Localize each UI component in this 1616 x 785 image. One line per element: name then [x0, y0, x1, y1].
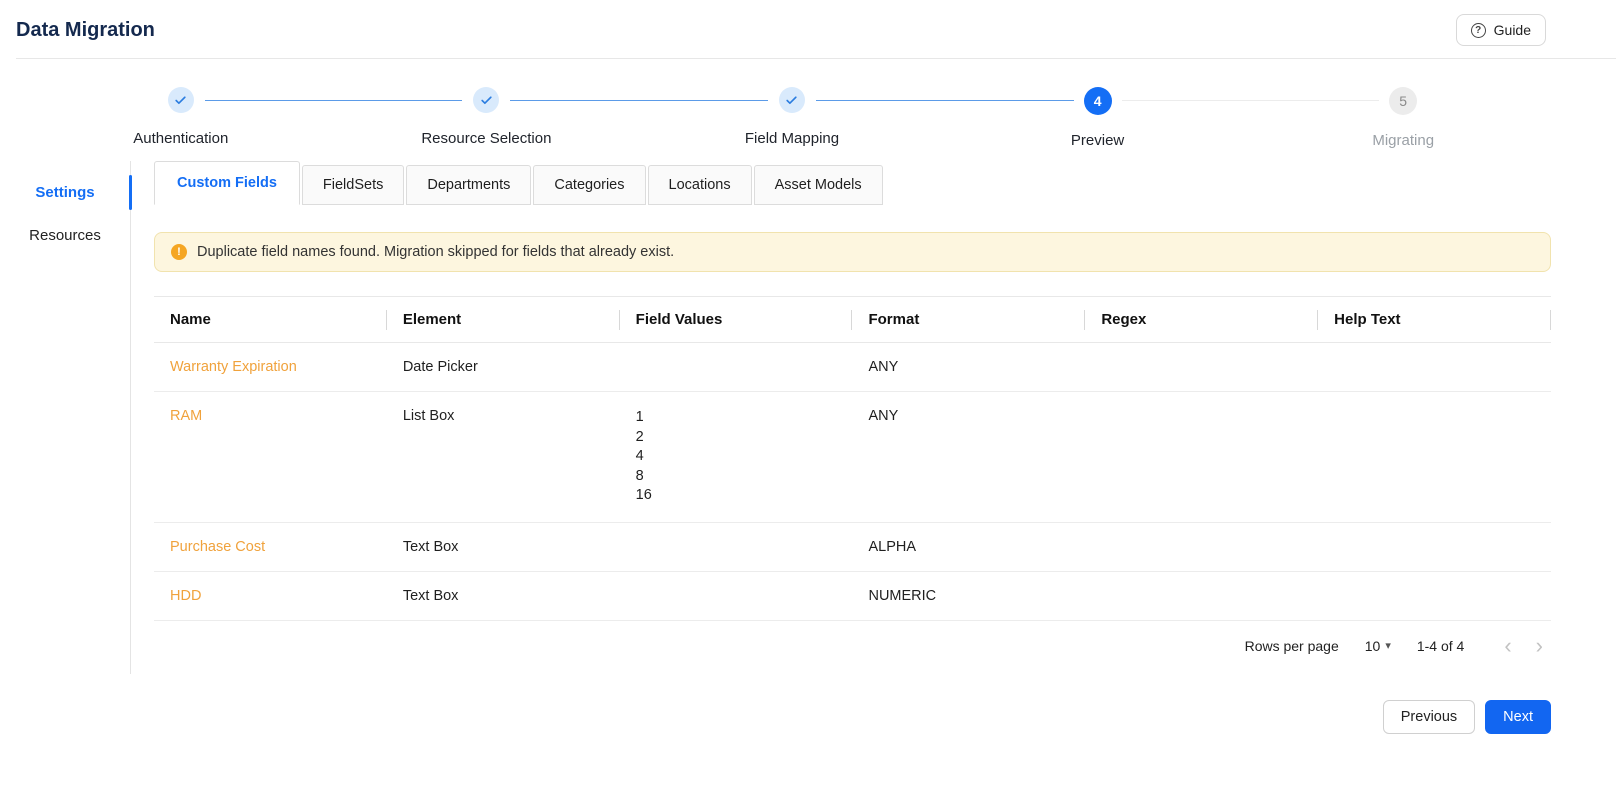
question-circle-icon: ?	[1470, 22, 1486, 38]
check-icon	[786, 95, 798, 104]
column-header-regex: Regex	[1085, 296, 1319, 343]
table-pagination: Rows per page 10 ▾ 1-4 of 4 ‹ ›	[154, 621, 1551, 674]
step-field-mapping: Field Mapping	[510, 87, 945, 149]
table-header-row: Name Element Field Values Format Regex H…	[154, 296, 1551, 343]
step-migrating: 5 Migrating	[1121, 87, 1556, 149]
tab-departments[interactable]: Departments	[406, 165, 532, 205]
previous-page-icon[interactable]: ‹	[1504, 634, 1511, 656]
step-2-circle	[473, 87, 500, 113]
field-values-cell	[619, 342, 853, 392]
tab-bar: Custom Fields FieldSets Departments Cate…	[154, 161, 1551, 205]
element-cell: Text Box	[386, 522, 620, 572]
field-values-cell	[619, 571, 853, 621]
step-5-label: Migrating	[1372, 132, 1435, 149]
page-title: Data Migration	[16, 18, 155, 41]
field-name-link[interactable]: HDD	[170, 588, 201, 604]
step-2-label: Resource Selection	[421, 130, 552, 147]
step-1-label: Authentication	[133, 130, 229, 147]
regex-cell	[1085, 522, 1319, 572]
step-resource-selection: Resource Selection	[204, 87, 640, 149]
regex-cell	[1085, 571, 1319, 621]
format-cell: ANY	[852, 342, 1086, 392]
chevron-down-icon: ▾	[1385, 640, 1391, 653]
table-row: Warranty Expiration Date Picker ANY	[154, 342, 1551, 392]
migration-stepper: Authentication Resource Selection Field …	[0, 59, 1616, 153]
tab-categories[interactable]: Categories	[533, 165, 646, 205]
element-cell: Date Picker	[386, 342, 620, 392]
pagination-range-label: 1-4 of 4	[1416, 637, 1465, 654]
column-header-name: Name	[154, 296, 387, 343]
field-values-cell: 1 2 4 8 16	[619, 391, 853, 523]
guide-button[interactable]: ? Guide	[1455, 14, 1546, 46]
format-cell: NUMERIC	[852, 571, 1086, 621]
check-icon	[481, 95, 492, 104]
previous-button[interactable]: Previous	[1382, 699, 1476, 734]
field-values-cell	[619, 522, 853, 572]
format-cell: ALPHA	[852, 522, 1086, 572]
table-row: Purchase Cost Text Box ALPHA	[154, 522, 1551, 572]
step-4-circle: 4	[1083, 87, 1112, 115]
sidebar: Settings Resources	[0, 161, 132, 674]
rows-per-page-label: Rows per page	[1244, 637, 1339, 654]
sidebar-item-settings[interactable]: Settings	[0, 171, 132, 214]
guide-button-label: Guide	[1493, 22, 1531, 38]
tab-asset-models[interactable]: Asset Models	[753, 165, 883, 205]
element-cell: List Box	[386, 391, 620, 523]
tab-fieldsets[interactable]: FieldSets	[301, 165, 405, 205]
next-page-icon[interactable]: ›	[1536, 634, 1543, 656]
tab-custom-fields[interactable]: Custom Fields	[154, 161, 300, 205]
regex-cell	[1085, 391, 1319, 523]
page-header: Data Migration ? Guide	[0, 0, 1616, 58]
help-text-cell	[1318, 342, 1551, 392]
sidebar-item-resources-label: Resources	[29, 227, 101, 244]
format-cell: ANY	[852, 391, 1086, 523]
tab-locations[interactable]: Locations	[647, 165, 752, 205]
check-icon	[175, 95, 186, 104]
sidebar-item-resources[interactable]: Resources	[0, 214, 130, 257]
regex-cell	[1085, 342, 1319, 392]
step-1-circle	[167, 87, 194, 113]
field-name-link[interactable]: Purchase Cost	[170, 539, 265, 555]
field-name-link[interactable]: RAM	[170, 408, 202, 424]
step-3-label: Field Mapping	[744, 130, 840, 147]
rows-per-page-select[interactable]: 10 ▾	[1365, 638, 1391, 654]
help-text-cell	[1318, 571, 1551, 621]
custom-fields-table: Name Element Field Values Format Regex H…	[154, 296, 1551, 621]
table-header: Name Element Field Values Format Regex H…	[154, 296, 1551, 343]
column-header-element: Element	[386, 296, 620, 343]
step-4-label: Preview	[1070, 132, 1125, 149]
rows-per-page-value: 10	[1364, 637, 1381, 654]
sidebar-item-settings-label: Settings	[35, 184, 95, 201]
content-area: Custom Fields FieldSets Departments Cate…	[131, 161, 1551, 674]
warning-icon: !	[171, 244, 187, 260]
step-authentication: Authentication	[28, 87, 334, 149]
step-preview: 4 Preview	[816, 87, 1251, 149]
element-cell: Text Box	[386, 571, 620, 621]
duplicate-warning-banner: ! Duplicate field names found. Migration…	[154, 232, 1551, 272]
help-text-cell	[1318, 522, 1551, 572]
help-text-cell	[1318, 391, 1551, 523]
pager-arrows: ‹ ›	[1504, 634, 1543, 656]
table-row: RAM List Box 1 2 4 8 16 ANY	[154, 391, 1551, 523]
column-header-format: Format	[852, 296, 1086, 343]
next-button[interactable]: Next	[1485, 699, 1551, 734]
warning-text: Duplicate field names found. Migration s…	[197, 244, 675, 260]
main-area: Settings Resources Custom Fields FieldSe…	[0, 161, 1551, 674]
column-header-field-values: Field Values	[619, 296, 853, 343]
table-row: HDD Text Box NUMERIC	[154, 571, 1551, 621]
column-header-help-text: Help Text	[1318, 296, 1551, 343]
step-5-circle: 5	[1389, 87, 1418, 115]
footer-actions: Previous Next	[0, 699, 1551, 734]
step-3-circle	[778, 87, 805, 113]
field-name-link[interactable]: Warranty Expiration	[170, 359, 297, 375]
